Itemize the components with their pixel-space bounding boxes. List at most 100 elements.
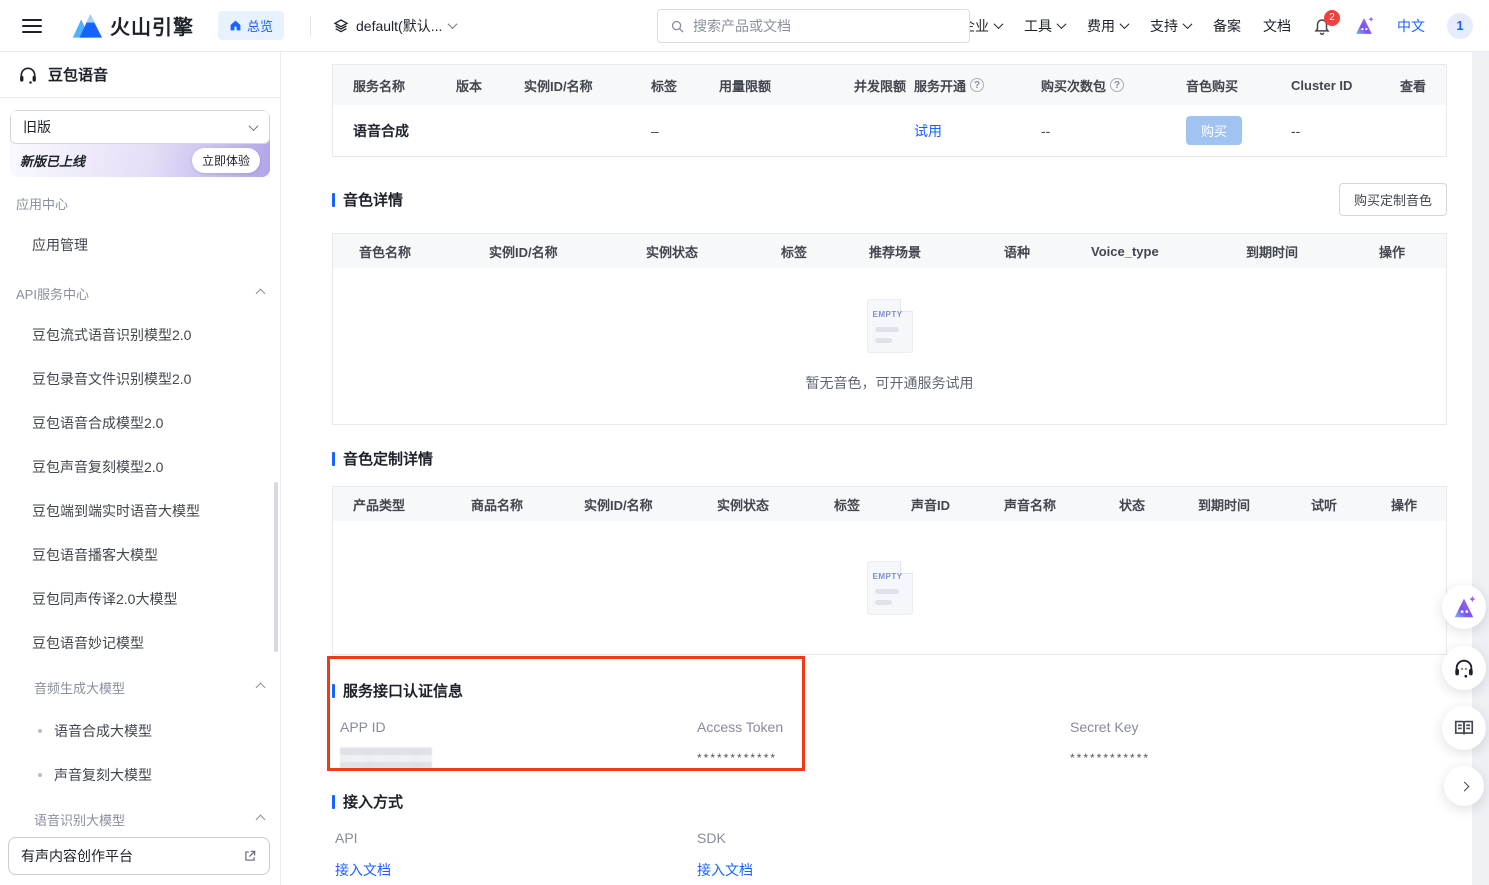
external-link-icon bbox=[243, 849, 257, 863]
empty-state-text: 暂无音色，可开通服务试用 bbox=[806, 373, 974, 393]
help-icon[interactable] bbox=[1110, 78, 1124, 92]
ai-assistant-icon[interactable] bbox=[1353, 15, 1375, 37]
nav-tools-label: 工具 bbox=[1024, 16, 1052, 36]
buy-button[interactable]: 购买 bbox=[1186, 116, 1242, 145]
version-select[interactable]: 旧版 bbox=[10, 110, 270, 144]
chevron-down-icon bbox=[448, 19, 458, 29]
divider bbox=[310, 16, 311, 36]
sidebar-item-model[interactable]: 豆包同声传译2.0大模型 bbox=[0, 577, 280, 621]
chevron-down-icon bbox=[1183, 19, 1193, 29]
sidebar-item-label: 豆包语音妙记模型 bbox=[32, 633, 144, 653]
group-asr[interactable]: 语音识别大模型 bbox=[0, 797, 280, 841]
col-header: 音色名称 bbox=[333, 242, 489, 261]
access-token-label: Access Token bbox=[697, 719, 1070, 735]
section-title-bar bbox=[332, 795, 335, 809]
top-right-nav: 企业 工具 费用 支持 备案 文档 2 bbox=[961, 13, 1473, 39]
nav-docs[interactable]: 文档 bbox=[1263, 16, 1291, 36]
access-token-field: Access Token ************ bbox=[697, 719, 1070, 769]
access-labels: API SDK bbox=[332, 830, 1447, 846]
brand-logo[interactable]: 火山引擎 bbox=[72, 11, 194, 40]
collapse-panel-button[interactable] bbox=[1444, 766, 1484, 806]
avatar[interactable]: 1 bbox=[1447, 13, 1473, 39]
sidebar-item-tts-large[interactable]: 语音合成大模型 bbox=[0, 709, 280, 753]
sidebar-item-model[interactable]: 豆包录音文件识别模型2.0 bbox=[0, 357, 280, 401]
group-audio-gen[interactable]: 音频生成大模型 bbox=[0, 665, 280, 709]
col-header: 版本 bbox=[456, 76, 524, 95]
sidebar-scrollbar[interactable] bbox=[274, 482, 278, 652]
nav-beian[interactable]: 备案 bbox=[1213, 16, 1241, 36]
section-title-bar bbox=[332, 684, 335, 698]
product-title: 豆包语音 bbox=[48, 64, 108, 85]
version-select-value: 旧版 bbox=[23, 117, 51, 137]
col-header: 到期时间 bbox=[1246, 242, 1379, 261]
nav-beian-label: 备案 bbox=[1213, 16, 1241, 36]
try-now-button[interactable]: 立即体验 bbox=[192, 148, 260, 173]
audio-creation-platform-link[interactable]: 有声内容创作平台 bbox=[8, 837, 270, 875]
page-scrollbar[interactable] bbox=[1472, 52, 1489, 885]
col-header: 到期时间 bbox=[1198, 495, 1311, 514]
search-input[interactable] bbox=[693, 18, 957, 34]
app-id-label: APP ID bbox=[340, 719, 697, 735]
nav-billing[interactable]: 费用 bbox=[1087, 16, 1128, 36]
col-header: 查看 bbox=[1400, 76, 1446, 95]
sidebar-item-voice-clone-large[interactable]: 声音复刻大模型 bbox=[0, 753, 280, 797]
col-header: Voice_type bbox=[1091, 244, 1246, 259]
help-icon[interactable] bbox=[970, 78, 984, 92]
global-search[interactable] bbox=[657, 9, 970, 43]
col-header: 状态 bbox=[1119, 495, 1198, 514]
voice-detail-table: 音色名称 实例ID/名称 实例状态 标签 推荐场景 语种 Voice_type … bbox=[332, 233, 1447, 425]
access-token-value: ************ bbox=[697, 751, 1070, 765]
empty-doc-icon: EMPTY bbox=[867, 299, 913, 353]
auth-section-head: 服务接口认证信息 bbox=[332, 680, 1447, 701]
col-header: 实例状态 bbox=[646, 242, 781, 261]
col-header: 操作 bbox=[1391, 495, 1446, 514]
section-title: 服务接口认证信息 bbox=[332, 680, 463, 701]
nav-support[interactable]: 支持 bbox=[1150, 16, 1191, 36]
open-book-icon bbox=[1453, 717, 1475, 739]
section-title: 音色定制详情 bbox=[332, 448, 433, 469]
ai-assistant-float-button[interactable] bbox=[1442, 585, 1486, 629]
sidebar-item-model[interactable]: 豆包语音妙记模型 bbox=[0, 621, 280, 665]
nav-billing-label: 费用 bbox=[1087, 16, 1115, 36]
col-header: 服务名称 bbox=[333, 76, 456, 95]
chevron-down-icon bbox=[994, 19, 1004, 29]
buy-custom-voice-button[interactable]: 购买定制音色 bbox=[1339, 183, 1447, 216]
hamburger-menu-icon[interactable] bbox=[22, 19, 42, 33]
col-header: 商品名称 bbox=[471, 495, 584, 514]
col-header: 声音ID bbox=[911, 495, 1004, 514]
language-switch[interactable]: 中文 bbox=[1397, 16, 1425, 36]
notifications-button[interactable]: 2 bbox=[1313, 17, 1331, 35]
col-header: 用量限额 bbox=[719, 76, 854, 95]
col-header: 标签 bbox=[651, 76, 719, 95]
sdk-doc-link[interactable]: 接入文档 bbox=[697, 860, 753, 880]
section-api-center-label: API服务中心 bbox=[16, 284, 89, 303]
layers-icon bbox=[333, 18, 349, 34]
sidebar-item-model[interactable]: 豆包语音播客大模型 bbox=[0, 533, 280, 577]
col-header: 推荐场景 bbox=[869, 242, 1004, 261]
sidebar-item-model[interactable]: 豆包声音复刻模型2.0 bbox=[0, 445, 280, 489]
sidebar-item-label: 语音合成大模型 bbox=[54, 721, 152, 741]
customer-support-button[interactable] bbox=[1442, 646, 1486, 690]
col-header: 音色购买 bbox=[1186, 76, 1291, 95]
section-api-center[interactable]: API服务中心 bbox=[0, 273, 280, 313]
nav-tools[interactable]: 工具 bbox=[1024, 16, 1065, 36]
search-icon bbox=[670, 19, 685, 34]
col-header: 服务开通 bbox=[914, 76, 1041, 95]
access-title: 接入方式 bbox=[343, 791, 403, 812]
service-name: 语音合成 bbox=[353, 123, 409, 139]
access-section-head: 接入方式 bbox=[332, 791, 1447, 812]
col-header: 标签 bbox=[834, 495, 911, 514]
api-doc-link[interactable]: 接入文档 bbox=[335, 860, 391, 880]
sidebar-item-app-manage[interactable]: 应用管理 bbox=[0, 223, 280, 267]
app-id-redacted-value bbox=[340, 747, 432, 769]
documentation-button[interactable] bbox=[1442, 706, 1486, 750]
voice-custom-table-header: 产品类型 商品名称 实例ID/名称 实例状态 标签 声音ID 声音名称 状态 到… bbox=[333, 487, 1446, 521]
bullet-icon bbox=[38, 773, 42, 777]
trial-link[interactable]: 试用 bbox=[914, 123, 942, 139]
sidebar-item-model[interactable]: 豆包语音合成模型2.0 bbox=[0, 401, 280, 445]
workspace-selector[interactable]: default(默认... bbox=[333, 16, 456, 36]
overview-button[interactable]: 总览 bbox=[218, 11, 284, 40]
sidebar-item-model[interactable]: 豆包端到端实时语音大模型 bbox=[0, 489, 280, 533]
sidebar-item-model[interactable]: 豆包流式语音识别模型2.0 bbox=[0, 313, 280, 357]
section-app-center-label: 应用中心 bbox=[16, 194, 68, 213]
